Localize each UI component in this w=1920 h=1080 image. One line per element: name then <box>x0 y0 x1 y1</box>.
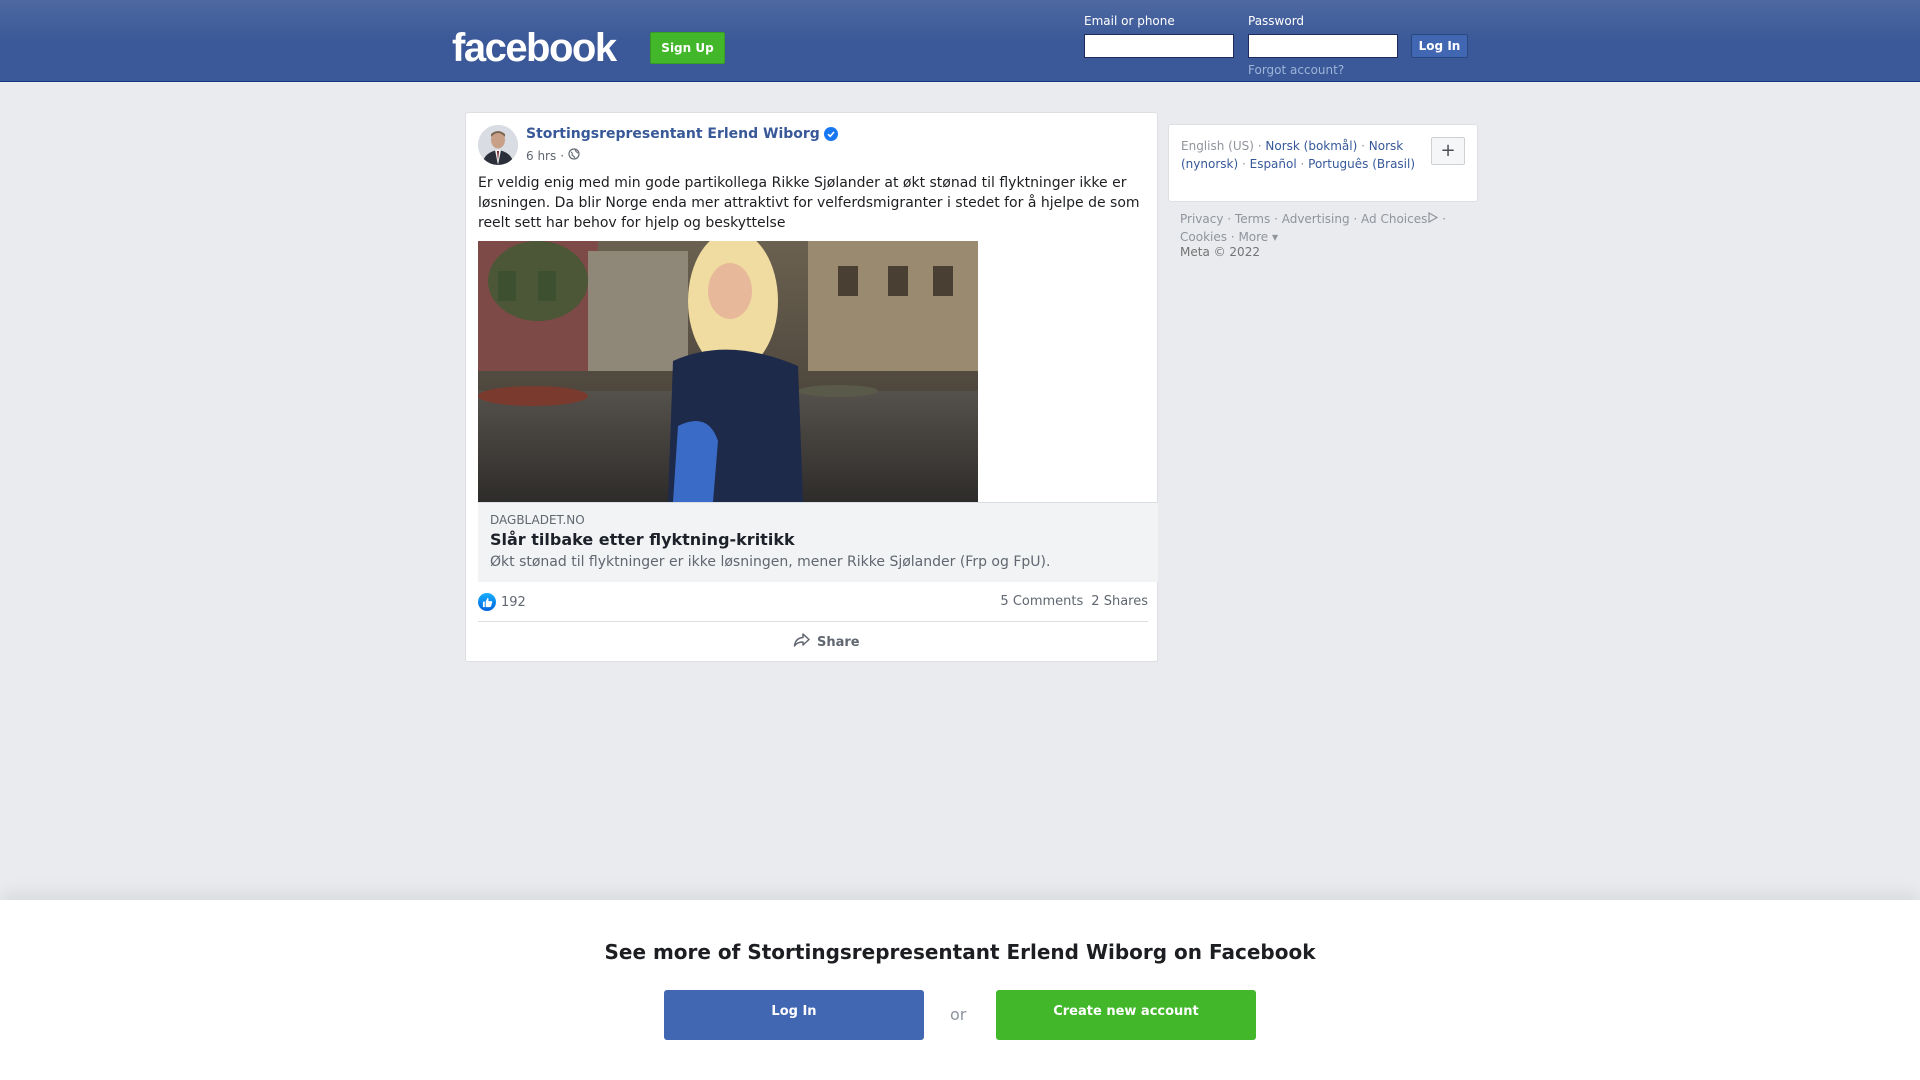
comment-share-counts: 5 Comments 2 Shares <box>1000 594 1148 609</box>
banner-title: See more of Stortingsrepresentant Erlend… <box>604 940 1316 964</box>
post-meta: 6 hrs · <box>526 148 580 163</box>
post-stats: 192 5 Comments 2 Shares <box>478 591 1148 613</box>
language-option[interactable]: Norsk (bokmål) <box>1265 139 1357 153</box>
verified-badge-icon <box>823 127 838 141</box>
author-avatar[interactable] <box>478 125 518 165</box>
preview-photo <box>478 241 978 502</box>
password-label: Password <box>1248 14 1305 28</box>
ad-choices-icon <box>1427 211 1439 226</box>
post-timestamp[interactable]: 6 hrs <box>526 149 556 163</box>
language-option[interactable]: Español <box>1250 157 1297 171</box>
log-in-button[interactable]: Log In <box>1411 34 1468 58</box>
current-language: English (US) <box>1181 139 1254 153</box>
link-title[interactable]: Slår tilbake etter flyktning-kritikk <box>490 530 795 549</box>
footer-link-terms[interactable]: Terms <box>1235 212 1270 226</box>
create-account-button[interactable]: Create new account <box>996 990 1256 1040</box>
language-option[interactable]: Português (Brasil) <box>1308 157 1415 171</box>
sign-up-button[interactable]: Sign Up <box>650 32 725 64</box>
caret-down-icon: ▾ <box>1268 230 1279 244</box>
link-preview-card[interactable]: DAGBLADET.NO Slår tilbake etter flyktnin… <box>478 502 1158 582</box>
meta-separator: · <box>560 148 565 163</box>
facebook-logo[interactable]: facebook <box>452 26 617 70</box>
forgot-account-link[interactable]: Forgot account? <box>1248 63 1344 77</box>
link-description: Økt stønad til flyktninger er ikke løsni… <box>490 554 1051 570</box>
globe-icon <box>568 148 580 163</box>
reactions-summary[interactable]: 192 <box>478 593 526 611</box>
post-action-bar: Share <box>478 621 1148 657</box>
language-selector: English (US) · Norsk (bokmål) · Norsk (n… <box>1168 124 1478 202</box>
footer-link-advertising[interactable]: Advertising <box>1282 212 1350 226</box>
email-label: Email or phone <box>1084 14 1175 28</box>
comment-count[interactable]: 5 Comments <box>1000 594 1083 609</box>
footer-links: Privacy · Terms · Advertising · Ad Choic… <box>1180 211 1447 244</box>
link-domain: DAGBLADET.NO <box>490 513 585 527</box>
share-icon <box>793 632 811 652</box>
link-preview-image[interactable] <box>478 241 978 502</box>
copyright: Meta © 2022 <box>1180 245 1260 259</box>
footer-link-privacy[interactable]: Privacy <box>1180 212 1223 226</box>
banner-or-label: or <box>950 1005 967 1024</box>
author-name[interactable]: Stortingsrepresentant Erlend Wiborg <box>526 126 820 142</box>
banner-log-in-button[interactable]: Log In <box>664 990 924 1040</box>
login-prompt-banner: See more of Stortingsrepresentant Erlend… <box>0 900 1920 1080</box>
thumbs-up-icon <box>478 593 496 611</box>
share-label: Share <box>817 634 860 650</box>
like-count: 192 <box>501 594 526 610</box>
more-languages-button[interactable]: + <box>1431 137 1465 165</box>
share-count[interactable]: 2 Shares <box>1091 594 1148 609</box>
footer-link-more[interactable]: More <box>1238 230 1268 244</box>
share-button[interactable]: Share <box>793 632 860 652</box>
top-navigation-bar: facebook Sign Up Email or phone Password… <box>0 0 1920 82</box>
email-field[interactable] <box>1084 34 1234 58</box>
footer-link-cookies[interactable]: Cookies <box>1180 230 1227 244</box>
avatar-portrait <box>478 125 518 165</box>
post-card: Stortingsrepresentant Erlend Wiborg 6 hr… <box>465 112 1158 662</box>
footer-link-ad-choices[interactable]: Ad Choices <box>1361 212 1427 226</box>
post-text: Er veldig enig med min gode partikollega… <box>478 175 1140 231</box>
language-list: English (US) · Norsk (bokmål) · Norsk (n… <box>1181 139 1416 171</box>
post-author[interactable]: Stortingsrepresentant Erlend Wiborg <box>526 126 838 142</box>
password-field[interactable] <box>1248 34 1398 58</box>
